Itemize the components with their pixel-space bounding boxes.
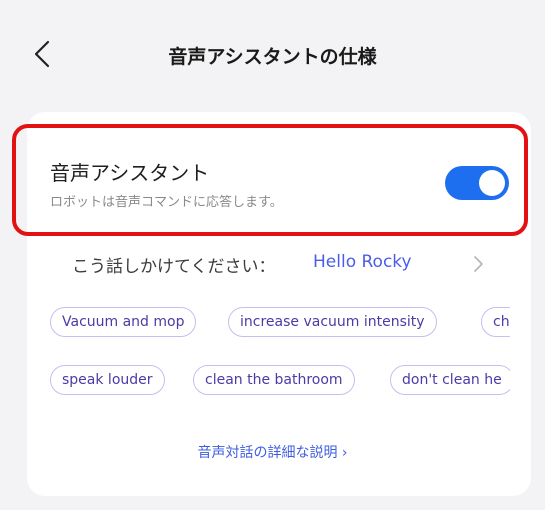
wake-word-label: こう話しかけてください： (72, 257, 276, 277)
page-title: 音声アシスタントの仕様 (168, 46, 377, 68)
voice-details-link[interactable]: 音声対話の詳細な説明 › (0, 442, 545, 462)
voice-command-chips: Vacuum and mop increase vacuum intensity… (50, 307, 510, 401)
wake-word-row[interactable]: こう話しかけてください： Hello Rocky (27, 240, 531, 288)
command-chip[interactable]: speak louder (50, 365, 165, 395)
command-chip[interactable]: clean the bathroom (193, 365, 355, 395)
highlight-frame (12, 124, 528, 236)
wake-word-value: Hello Rocky (313, 252, 412, 272)
command-chip[interactable]: don't clean he (390, 365, 510, 395)
chevron-right-icon (474, 256, 483, 272)
command-chip[interactable]: Vacuum and mop (50, 307, 197, 337)
command-chip[interactable]: ch (481, 307, 510, 337)
header-bar: 音声アシスタントの仕様 (0, 0, 545, 112)
command-chip[interactable]: increase vacuum intensity (228, 307, 437, 337)
